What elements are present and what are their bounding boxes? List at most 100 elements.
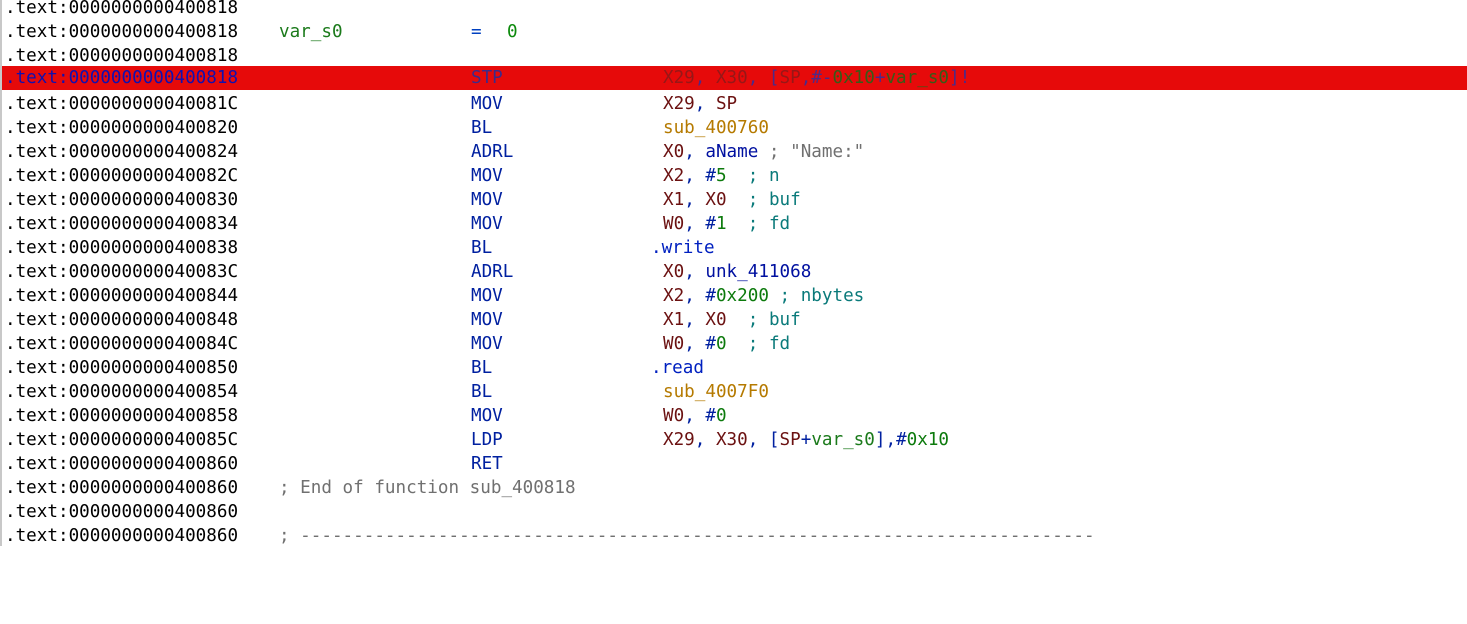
arg-name: nbytes — [800, 286, 865, 306]
stack-var-label[interactable]: var_s0 — [279, 20, 343, 44]
register: X2 — [663, 166, 685, 186]
disassembly-listing[interactable]: .text:0000000000400818 .text:00000000004… — [0, 0, 1467, 546]
separator: , — [684, 406, 706, 426]
address: .text:0000000000400824 — [5, 142, 239, 162]
mnemonic[interactable]: STP — [471, 66, 503, 90]
operands[interactable]: X2, #5 ; n — [663, 164, 780, 188]
register: W0 — [663, 214, 685, 234]
mnemonic[interactable]: MOV — [471, 188, 503, 212]
separator: , — [684, 142, 706, 162]
mnemonic[interactable]: MOV — [471, 212, 503, 236]
register: X30 — [715, 68, 748, 88]
hash: # — [705, 406, 716, 426]
mnemonic[interactable]: MOV — [471, 92, 503, 116]
separator-comment: ; --------------------------------------… — [279, 526, 1095, 546]
operands[interactable]: X1, X0 ; buf — [663, 308, 801, 332]
register: X29 — [663, 68, 695, 88]
separator: ,#- — [800, 68, 833, 88]
register: X29 — [663, 430, 695, 450]
stack-var-ref[interactable]: var_s0 — [811, 430, 875, 450]
arg-name: n — [768, 166, 780, 186]
comment: ; "Name:" — [758, 142, 865, 162]
listing-line[interactable]: .text:0000000000400860 ; ---------------… — [2, 526, 1467, 552]
address: .text:0000000000400848 — [5, 310, 239, 330]
register: X0 — [663, 262, 685, 282]
mnemonic[interactable]: ADRL — [471, 260, 513, 284]
operands[interactable]: sub_4007F0 — [663, 380, 769, 404]
operands[interactable]: .read — [651, 356, 704, 380]
operands[interactable]: W0, #0 ; fd — [663, 332, 790, 356]
import-ref[interactable]: .read — [651, 358, 704, 378]
mnemonic[interactable]: MOV — [471, 164, 503, 188]
data-ref[interactable]: aName — [705, 142, 758, 162]
register: X1 — [663, 190, 685, 210]
address: .text:0000000000400844 — [5, 286, 239, 306]
arg-name: fd — [768, 334, 791, 354]
register: X0 — [663, 142, 685, 162]
address: .text:0000000000400834 — [5, 214, 239, 234]
address: .text:0000000000400858 — [5, 406, 239, 426]
operands[interactable]: sub_400760 — [663, 116, 769, 140]
address: .text:0000000000400818 — [5, 46, 239, 66]
register: W0 — [663, 334, 685, 354]
address: .text:000000000040081C — [5, 94, 239, 114]
subroutine-ref[interactable]: sub_4007F0 — [663, 382, 769, 402]
operands[interactable]: X0, unk_411068 — [663, 260, 811, 284]
operands[interactable]: X0, aName ; "Name:" — [663, 140, 864, 164]
address: .text:0000000000400860 — [5, 502, 239, 522]
operands[interactable]: W0, #1 ; fd — [663, 212, 790, 236]
mnemonic[interactable]: BL — [471, 380, 492, 404]
comment: ; — [726, 214, 769, 234]
mnemonic[interactable]: BL — [471, 116, 492, 140]
address: .text:0000000000400854 — [5, 382, 239, 402]
address: .text:0000000000400818 — [5, 0, 239, 18]
listing-line-selected[interactable]: .text:0000000000400818 STP X29, X30, [SP… — [2, 66, 1467, 90]
mnemonic[interactable]: ADRL — [471, 140, 513, 164]
mnemonic[interactable]: RET — [471, 452, 503, 476]
operands[interactable]: X29, X30, [SP,#-0x10+var_s0]! — [663, 66, 970, 90]
hash: # — [705, 166, 716, 186]
register: X1 — [663, 310, 685, 330]
separator: , — [694, 68, 716, 88]
operands[interactable]: X29, X30, [SP+var_s0],#0x10 — [663, 428, 949, 452]
immediate: 5 — [715, 166, 727, 186]
register: X30 — [715, 430, 748, 450]
mnemonic[interactable]: BL — [471, 236, 492, 260]
stack-var-ref[interactable]: var_s0 — [885, 68, 949, 88]
address: .text:000000000040083C — [5, 262, 239, 282]
mnemonic[interactable]: MOV — [471, 284, 503, 308]
comment: ; — [726, 190, 769, 210]
register: W0 — [663, 406, 685, 426]
mnemonic[interactable]: BL — [471, 356, 492, 380]
separator: , — [684, 262, 706, 282]
mnemonic[interactable]: MOV — [471, 308, 503, 332]
separator: , — [684, 286, 706, 306]
register: X0 — [705, 310, 727, 330]
equals-sign: = — [471, 22, 482, 42]
separator: , — [694, 94, 716, 114]
operands[interactable]: X1, X0 ; buf — [663, 188, 801, 212]
end-of-function-comment: ; End of function sub_400818 — [279, 478, 576, 498]
separator: ]! — [949, 68, 971, 88]
separator: + — [800, 430, 812, 450]
register: X2 — [663, 286, 685, 306]
mnemonic[interactable]: MOV — [471, 332, 503, 356]
mnemonic[interactable]: MOV — [471, 404, 503, 428]
operands[interactable]: W0, #0 — [663, 404, 727, 428]
immediate: 0x10 — [906, 430, 950, 450]
operands[interactable]: .write — [651, 236, 715, 260]
stack-var-value: 0 — [507, 22, 518, 42]
data-ref[interactable]: unk_411068 — [705, 262, 811, 282]
operands[interactable]: X29, SP — [663, 92, 737, 116]
register: SP — [715, 94, 738, 114]
import-ref[interactable]: .write — [651, 238, 715, 258]
address: .text:0000000000400860 — [5, 478, 239, 498]
hash: # — [705, 214, 716, 234]
operands[interactable]: X2, #0x200 ; nbytes — [663, 284, 864, 308]
comment: ; — [726, 334, 769, 354]
mnemonic[interactable]: LDP — [471, 428, 503, 452]
subroutine-ref[interactable]: sub_400760 — [663, 118, 769, 138]
address: .text:000000000040085C — [5, 430, 239, 450]
immediate: 0x200 — [715, 286, 769, 306]
immediate: 0x10 — [832, 68, 875, 88]
